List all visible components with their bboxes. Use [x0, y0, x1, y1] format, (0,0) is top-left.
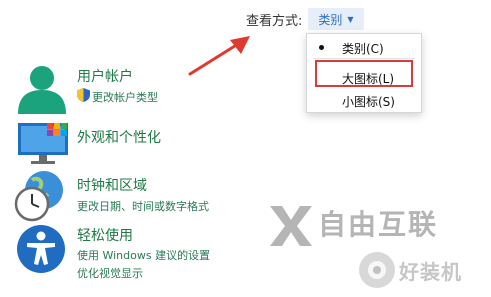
shield-icon	[77, 88, 90, 102]
menu-item-small-icons[interactable]: 小图标(S)	[307, 90, 421, 110]
accessibility-icon	[17, 225, 65, 273]
red-arrow-annotation	[188, 36, 250, 76]
clock-globe-icon	[14, 171, 63, 222]
category-title-ease-of-access[interactable]: 轻松使用	[77, 225, 133, 245]
menu-item-category[interactable]: 类别(C)	[307, 37, 421, 57]
category-title-clock-region[interactable]: 时钟和区域	[77, 175, 147, 195]
link-change-account-type[interactable]: 更改帐户类型	[92, 89, 158, 105]
menu-item-label: 类别(C)	[342, 42, 384, 56]
caret-down-icon: ▼	[347, 14, 354, 24]
selected-bullet-icon	[319, 45, 324, 50]
link-change-date-time-format[interactable]: 更改日期、时间或数字格式	[77, 198, 209, 214]
brand-x-logo-icon	[270, 206, 312, 246]
category-title-user-accounts[interactable]: 用户帐户	[77, 66, 133, 86]
link-optimize-visual-display[interactable]: 优化视觉显示	[77, 265, 143, 281]
view-by-select[interactable]: 类别 ▼	[308, 8, 364, 30]
view-by-selected: 类别	[318, 12, 343, 27]
highlight-box	[315, 60, 413, 87]
user-accounts-icon	[18, 66, 66, 114]
menu-item-label: 小图标(S)	[342, 95, 395, 109]
view-by-label: 查看方式:	[246, 14, 303, 29]
site-logo-icon	[359, 252, 395, 288]
monitor-personalization-icon	[18, 123, 68, 164]
watermark-brand: 自由互联	[318, 208, 439, 241]
watermark-site: 好装机	[399, 260, 462, 284]
link-windows-suggested-settings[interactable]: 使用 Windows 建议的设置	[77, 247, 210, 263]
menu-separator	[313, 58, 415, 59]
category-title-appearance[interactable]: 外观和个性化	[77, 127, 161, 147]
